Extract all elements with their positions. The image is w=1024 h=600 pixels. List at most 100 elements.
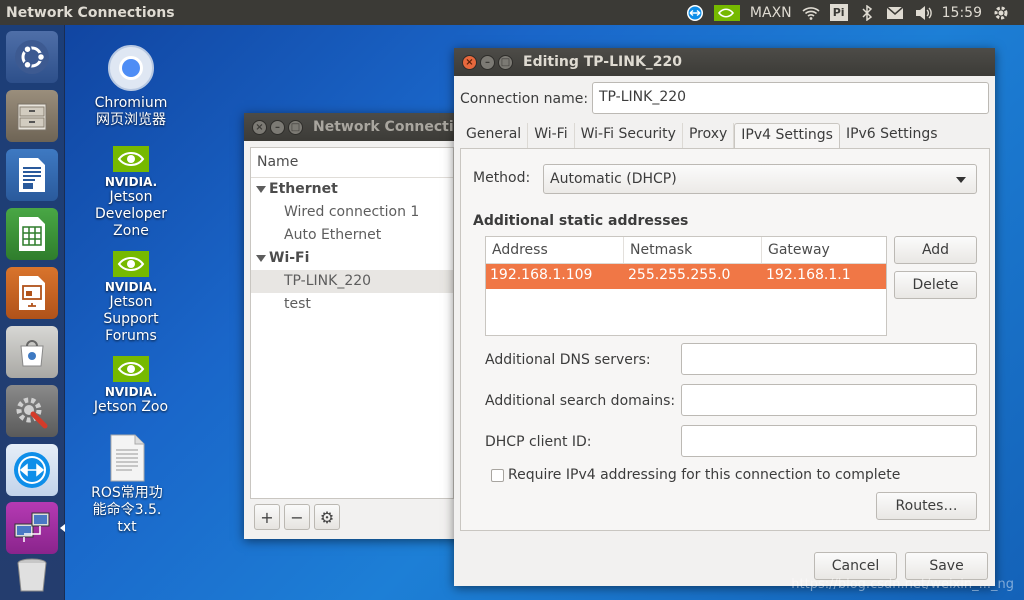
trash-icon bbox=[17, 558, 47, 592]
nvidia-icon bbox=[111, 251, 151, 277]
mail-icon[interactable] bbox=[886, 4, 904, 22]
bluetooth-icon[interactable] bbox=[858, 4, 876, 22]
writer-button[interactable] bbox=[6, 149, 58, 201]
impress-button[interactable] bbox=[6, 267, 58, 319]
method-value: Automatic (DHCP) bbox=[550, 171, 677, 187]
ipv4-settings-pane: Method: Automatic (DHCP) Additional stat… bbox=[460, 148, 990, 531]
connection-name-field[interactable]: TP-LINK_220 bbox=[592, 82, 989, 114]
tab-wifi-security[interactable]: Wi-Fi Security bbox=[575, 123, 683, 149]
name-column-header[interactable]: Name bbox=[251, 148, 453, 178]
gear-icon: ⚙ bbox=[319, 507, 335, 527]
netmask-cell[interactable]: 255.255.255.0 bbox=[624, 264, 762, 289]
connection-item[interactable]: Wired connection 1 bbox=[251, 201, 453, 224]
dns-servers-field[interactable] bbox=[681, 343, 977, 375]
gateway-cell[interactable]: 192.168.1.1 bbox=[762, 264, 886, 289]
input-method-icon[interactable]: Pi bbox=[829, 4, 848, 21]
power-gear-icon[interactable] bbox=[992, 4, 1010, 22]
calc-button[interactable] bbox=[6, 208, 58, 260]
teamviewer-tray-icon[interactable] bbox=[686, 4, 704, 22]
file-cabinet-icon bbox=[17, 103, 47, 131]
dhcp-client-id-field[interactable] bbox=[681, 425, 977, 457]
maximize-button[interactable]: □ bbox=[498, 54, 513, 70]
connections-list: Name Ethernet Wired connection 1 Auto Et… bbox=[250, 147, 454, 499]
window-title: Network Connections bbox=[313, 119, 466, 135]
desktop-icon-chromium[interactable]: Chromium 网页浏览器 bbox=[76, 44, 186, 129]
routes-button[interactable]: Routes… bbox=[876, 492, 977, 520]
remove-connection-button[interactable]: − bbox=[284, 504, 310, 530]
wifi-icon[interactable] bbox=[802, 4, 820, 22]
plus-icon: + bbox=[260, 507, 274, 527]
edit-connection-button[interactable]: ⚙ bbox=[314, 504, 340, 530]
window-titlebar[interactable]: × – □ Network Connections bbox=[244, 113, 466, 141]
search-domains-field[interactable] bbox=[681, 384, 977, 416]
tab-ipv4-settings[interactable]: IPv4 Settings bbox=[734, 123, 840, 149]
maximize-button[interactable]: □ bbox=[288, 119, 303, 135]
list-toolbar: + − ⚙ bbox=[254, 504, 340, 530]
power-mode-label[interactable]: MAXN bbox=[750, 5, 792, 21]
teamviewer-icon bbox=[14, 452, 50, 488]
chromium-icon bbox=[107, 44, 155, 92]
delete-address-button[interactable]: Delete bbox=[894, 271, 977, 299]
address-cell[interactable]: 192.168.1.109 bbox=[486, 264, 624, 289]
active-app-title: Network Connections bbox=[6, 4, 175, 21]
nvidia-icon bbox=[111, 146, 151, 172]
static-addresses-table[interactable]: Address Netmask Gateway 192.168.1.109 25… bbox=[485, 236, 887, 336]
connection-item[interactable]: Auto Ethernet bbox=[251, 224, 453, 247]
nvidia-icon bbox=[111, 356, 151, 382]
group-wifi[interactable]: Wi-Fi bbox=[251, 247, 453, 270]
column-header-netmask[interactable]: Netmask bbox=[624, 237, 762, 263]
settings-wrench-icon bbox=[16, 397, 48, 429]
launcher bbox=[0, 25, 65, 600]
tab-general[interactable]: General bbox=[460, 123, 529, 149]
volume-icon[interactable] bbox=[914, 4, 932, 22]
shopping-bag-icon bbox=[20, 340, 44, 367]
dialog-titlebar[interactable]: × – □ Editing TP-LINK_220 bbox=[454, 48, 995, 76]
add-address-button[interactable]: Add bbox=[894, 236, 977, 264]
tab-proxy[interactable]: Proxy bbox=[683, 123, 735, 149]
column-header-gateway[interactable]: Gateway bbox=[762, 237, 886, 263]
nvidia-brand-text: NVIDIA. bbox=[104, 385, 158, 399]
connection-item[interactable]: test bbox=[251, 293, 453, 316]
dialog-title: Editing TP-LINK_220 bbox=[523, 54, 683, 70]
group-ethernet[interactable]: Ethernet bbox=[251, 178, 453, 201]
system-tray: MAXN Pi 15:59 bbox=[686, 0, 1024, 25]
trash-button[interactable] bbox=[6, 555, 58, 595]
table-row[interactable]: 192.168.1.109 255.255.255.0 192.168.1.1 bbox=[486, 264, 886, 289]
close-button[interactable]: × bbox=[462, 54, 477, 70]
desktop-icon-jetson-support-forums[interactable]: NVIDIA. Jetson Support Forums bbox=[76, 251, 186, 345]
connection-item-selected[interactable]: TP-LINK_220 bbox=[251, 270, 453, 293]
network-connections-button[interactable] bbox=[6, 502, 58, 554]
add-connection-button[interactable]: + bbox=[254, 504, 280, 530]
editing-connection-dialog: × – □ Editing TP-LINK_220 Connection nam… bbox=[454, 48, 995, 586]
dns-servers-label: Additional DNS servers: bbox=[485, 352, 651, 368]
cancel-button[interactable]: Cancel bbox=[814, 552, 897, 580]
teamviewer-button[interactable] bbox=[6, 444, 58, 496]
require-ipv4-checkbox[interactable] bbox=[491, 469, 504, 482]
nvidia-tray-icon[interactable] bbox=[713, 4, 740, 22]
files-button[interactable] bbox=[6, 90, 58, 142]
clock[interactable]: 15:59 bbox=[942, 5, 982, 21]
tab-wifi[interactable]: Wi-Fi bbox=[528, 123, 575, 149]
method-dropdown[interactable]: Automatic (DHCP) bbox=[543, 164, 977, 194]
nvidia-brand-text: NVIDIA. bbox=[104, 280, 158, 294]
require-ipv4-label[interactable]: Require IPv4 addressing for this connect… bbox=[508, 467, 900, 483]
desktop-icon-jetson-zoo[interactable]: NVIDIA. Jetson Zoo bbox=[76, 356, 186, 416]
minimize-button[interactable]: – bbox=[270, 119, 285, 135]
close-button[interactable]: × bbox=[252, 119, 267, 135]
desktop-icon-label: Jetson Support Forums bbox=[103, 294, 159, 344]
network-monitors-icon bbox=[14, 512, 50, 542]
save-button[interactable]: Save bbox=[905, 552, 988, 580]
system-settings-button[interactable] bbox=[6, 385, 58, 437]
connection-name-label: Connection name: bbox=[460, 91, 589, 107]
desktop-icon-jetson-developer-zone[interactable]: NVIDIA. Jetson Developer Zone bbox=[76, 146, 186, 240]
ubuntu-dash-button[interactable] bbox=[6, 31, 58, 83]
software-center-button[interactable] bbox=[6, 326, 58, 378]
desktop-icon-ros-txt[interactable]: ROS常用功 能命令3.5. txt bbox=[72, 434, 182, 536]
tab-ipv6-settings[interactable]: IPv6 Settings bbox=[840, 123, 944, 149]
watermark: https://blog.csdn.net/weixin_..._ng bbox=[791, 577, 1014, 592]
desktop-icon-label: Jetson Zoo bbox=[93, 399, 169, 415]
minimize-button[interactable]: – bbox=[480, 54, 495, 70]
minus-icon: − bbox=[290, 507, 304, 527]
network-connections-window: × – □ Network Connections Name Ethernet … bbox=[244, 113, 466, 539]
column-header-address[interactable]: Address bbox=[486, 237, 624, 263]
